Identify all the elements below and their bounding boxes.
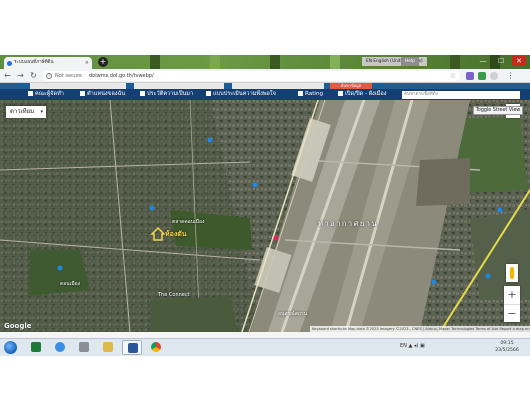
pegman-icon	[510, 267, 514, 279]
rating-icon	[298, 90, 303, 96]
toggle-street-view-button[interactable]: Toggle Street View	[473, 106, 523, 115]
poi-label[interactable]: ดอนเมือง	[60, 280, 80, 288]
nav-item-survey[interactable]: แบบประเมินความพึงพอใจ	[206, 89, 276, 100]
nav-item-city-plan-toggle[interactable]: เปิด/ปิด - ผังเมือง	[338, 89, 386, 100]
poi-label[interactable]: อนุสรณ์สถาน	[278, 310, 307, 318]
tab-close-icon[interactable]: ×	[85, 57, 89, 69]
screen: ระบบแผนที่ภาษีทีดิน × + EN English (Unit…	[0, 55, 530, 356]
back-icon[interactable]: ←	[2, 70, 13, 81]
windows-taskbar: EN ▲ ◂) ▣ 09:15 23/5/2566	[0, 338, 530, 356]
extension-icon[interactable]	[478, 72, 486, 80]
nav-item-rating[interactable]: Rating	[298, 89, 323, 100]
address-bar[interactable]: i Not secure dolwms.dol.go.th/tvwebp/ ☆	[42, 71, 460, 81]
tab-title: ระบบแผนที่ภาษีทีดิน	[14, 60, 54, 65]
people-icon	[28, 90, 33, 96]
pegman-button[interactable]	[506, 264, 518, 282]
airport-label: ท่าอากาศยาน	[318, 219, 379, 228]
site-nav: คณะผู้จัดทำ ตำแหน่งของฉัน ประวัติความเป็…	[0, 89, 530, 100]
taskbar-media-icon[interactable]	[74, 340, 94, 355]
chrome-menu-icon[interactable]: ⋮	[505, 70, 516, 81]
maximize-button[interactable]: ☐	[494, 56, 508, 66]
poi-label[interactable]: ตลาดดอนเมือง	[172, 218, 204, 226]
url-text[interactable]: dolwms.dol.go.th/tvwebp/	[89, 71, 154, 81]
browser-toolbar: ← → ↻ i Not secure dolwms.dol.go.th/tvwe…	[0, 69, 530, 83]
extension-icon[interactable]	[466, 72, 474, 80]
nav-item-team[interactable]: คณะผู้จัดทำ	[28, 89, 64, 100]
clock-time: 09:15	[500, 341, 514, 346]
nav-item-history[interactable]: ประวัติความเป็นมา	[140, 89, 193, 100]
layers-icon	[338, 90, 343, 96]
bookmark-star-icon[interactable]: ☆	[450, 71, 456, 81]
zoom-out-button[interactable]: −	[504, 304, 520, 322]
start-button[interactable]	[4, 341, 17, 354]
chevron-down-icon: ▾	[40, 109, 43, 115]
satellite-map[interactable]: ดาวเทียม ▾ ⛶ ห้องตัน ท่าอากาศยาน The Con…	[0, 100, 530, 332]
site-search-input[interactable]: ค้นหาตามชื่อที่ตั้ง	[402, 91, 520, 99]
survey-icon	[206, 90, 211, 96]
system-tray[interactable]: EN ▲ ◂) ▣	[400, 343, 425, 349]
history-icon	[140, 90, 145, 96]
reload-icon[interactable]: ↻	[28, 70, 39, 81]
forward-icon[interactable]: →	[15, 70, 26, 81]
minimize-button[interactable]: —	[476, 56, 490, 66]
taskbar-excel-icon[interactable]	[26, 340, 46, 355]
map-type-dropdown[interactable]: ดาวเทียม ▾	[6, 106, 46, 118]
taskbar-chrome-icon[interactable]	[146, 340, 166, 355]
poi-label[interactable]: The Connect	[158, 292, 190, 298]
clock-date: 23/5/2566	[495, 348, 519, 353]
close-window-button[interactable]: ✕	[512, 56, 526, 66]
zoom-control: + −	[504, 286, 520, 322]
zoom-in-button[interactable]: +	[504, 286, 520, 304]
nav-item-my-location[interactable]: ตำแหน่งของฉัน	[80, 89, 125, 100]
profile-avatar[interactable]	[490, 72, 498, 80]
info-icon[interactable]: i	[46, 73, 52, 79]
google-logo: Google	[4, 322, 32, 330]
taskbar-word-icon[interactable]	[122, 340, 142, 355]
security-label: Not secure	[55, 73, 82, 79]
new-tab-button[interactable]: +	[98, 57, 108, 67]
browser-tab-strip: ระบบแผนที่ภาษีทีดิน × + EN English (Unit…	[0, 55, 530, 69]
taskbar-clock[interactable]: 09:15 23/5/2566	[488, 340, 526, 354]
help-button[interactable]: Help	[401, 57, 419, 66]
satellite-imagery	[0, 100, 530, 332]
site-favicon-icon	[7, 61, 12, 66]
marker-label[interactable]: ห้องตัน	[165, 229, 187, 240]
location-icon	[80, 90, 85, 96]
taskbar-explorer-icon[interactable]	[98, 340, 118, 355]
taskbar-ie-icon[interactable]	[50, 340, 70, 355]
browser-tab[interactable]: ระบบแผนที่ภาษีทีดิน ×	[4, 57, 92, 69]
